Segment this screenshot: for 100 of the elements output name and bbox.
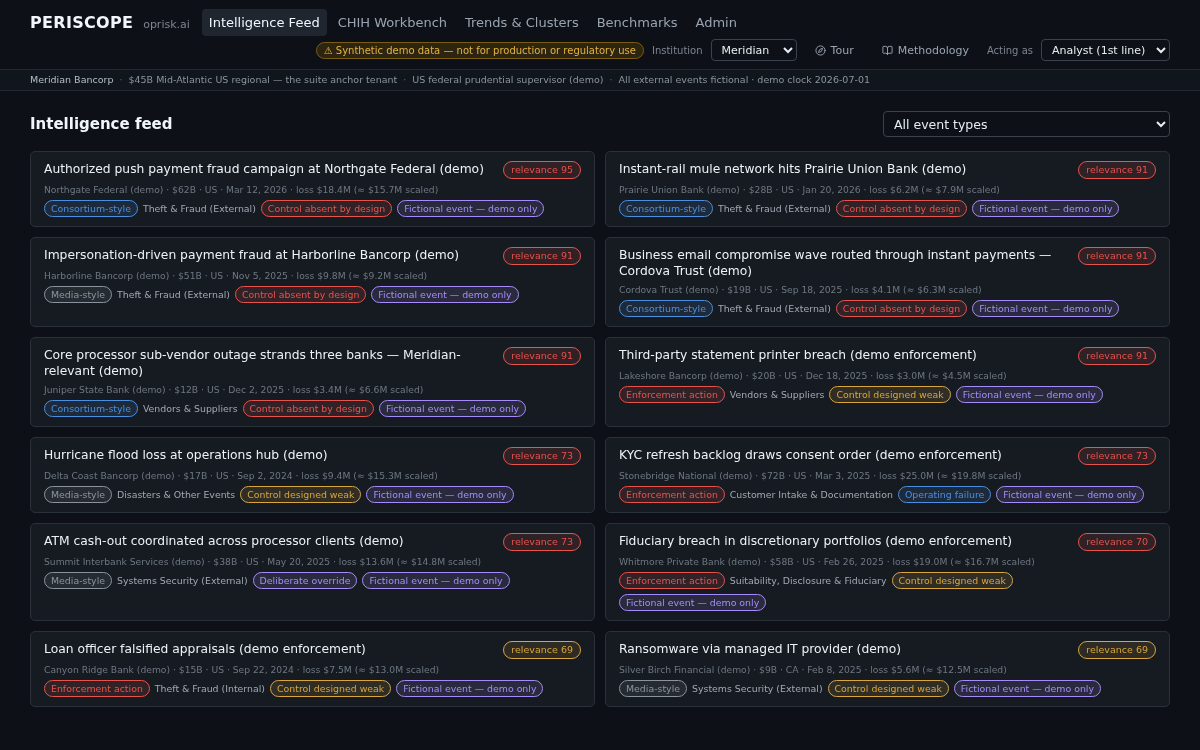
tag: Control designed weak <box>829 386 951 403</box>
category-label: Vendors & Suppliers <box>142 403 238 414</box>
tag: Enforcement action <box>619 486 725 503</box>
relevance-badge: relevance 73 <box>503 447 581 465</box>
institution-label: Institution <box>651 44 703 56</box>
event-card[interactable] <box>30 631 595 707</box>
event-card[interactable] <box>605 523 1170 621</box>
relevance-badge: relevance 91 <box>1078 247 1156 265</box>
tag: Fictional event — demo only <box>953 680 1102 697</box>
event-type-select[interactable]: All event types <box>883 111 1170 137</box>
book-icon <box>881 44 893 56</box>
nav-tab[interactable]: Trends & Clusters <box>458 8 586 36</box>
page-title: Intelligence feed <box>30 115 173 133</box>
category-label: Theft & Fraud (External) <box>717 203 831 214</box>
tag: Control absent by design <box>260 200 393 217</box>
tag: Fictional event — demo only <box>996 486 1144 503</box>
event-card[interactable] <box>30 151 595 227</box>
event-title: Loan officer falsified appraisals (demo enforcement) <box>44 641 366 657</box>
event-card[interactable] <box>30 337 595 427</box>
context-text: Meridian Bancorp <box>30 74 114 85</box>
tag: Enforcement action <box>619 386 725 403</box>
institution-select[interactable]: Meridian <box>710 39 797 61</box>
tag: Control designed weak <box>891 572 1013 589</box>
event-card[interactable] <box>605 631 1170 707</box>
tag: Control absent by design <box>234 286 367 303</box>
relevance-badge: relevance 69 <box>503 641 581 659</box>
nav-tab[interactable]: Admin <box>688 8 744 36</box>
event-card[interactable] <box>605 237 1170 327</box>
event-card[interactable] <box>30 237 595 327</box>
tag: Fictional event — demo only <box>972 200 1120 217</box>
event-title: Third-party statement printer breach (demo enforcement) <box>619 347 977 363</box>
brand-domain: oprisk.ai <box>143 17 190 31</box>
nav-tab[interactable]: Benchmarks <box>589 8 685 36</box>
tag: Media-style <box>44 572 113 589</box>
tag: Control designed weak <box>270 680 392 697</box>
event-meta: Canyon Ridge Bank (demo) · $15B · US · Sep 22, 2024 · loss $7.5M (≈ $13.0M scaled) <box>44 664 441 675</box>
category-label: Theft & Fraud (External) <box>717 303 831 314</box>
event-title: Hurricane flood loss at operations hub (demo) <box>44 447 328 463</box>
nav-tab[interactable]: Intelligence Feed <box>201 8 327 36</box>
event-title: Business email compromise wave routed through instant payments — Cordova Trust (demo) <box>619 247 1053 279</box>
event-card[interactable] <box>605 337 1170 427</box>
tag: Fictional event — demo only <box>366 486 514 503</box>
relevance-badge: relevance 69 <box>1078 641 1156 659</box>
event-card[interactable] <box>605 437 1170 513</box>
category-label: Theft & Fraud (External) <box>142 203 256 214</box>
context-text: $45B Mid-Atlantic US regional — the suite anchor tenant <box>128 74 398 85</box>
brand-name: PERISCOPE <box>30 12 134 32</box>
tag: Enforcement action <box>44 680 150 697</box>
tag: Fictional event — demo only <box>972 300 1120 317</box>
category-label: Systems Security (External) <box>692 683 823 694</box>
event-title: Core processor sub-vendor outage strands three banks — Meridian-relevant (demo) <box>44 347 462 379</box>
tag: Media-style <box>619 680 688 697</box>
category-label: Vendors & Suppliers <box>729 389 825 400</box>
relevance-badge: relevance 95 <box>503 161 581 179</box>
tag: Fictional event — demo only <box>378 400 527 417</box>
relevance-badge: relevance 73 <box>503 533 581 551</box>
compass-icon <box>814 44 826 56</box>
nav-tab[interactable]: CHIH Workbench <box>330 8 455 36</box>
category-label: Theft & Fraud (External) <box>117 289 230 300</box>
event-title: Fiduciary breach in discretionary portfolios (demo enforcement) <box>619 533 1013 549</box>
role-select[interactable]: Analyst (1st line) <box>1041 39 1170 61</box>
event-title: Authorized push payment fraud campaign at Northgate Federal (demo) <box>44 161 484 177</box>
tag: Control absent by design <box>242 400 374 417</box>
event-card[interactable] <box>605 151 1170 227</box>
event-meta: Delta Coast Bancorp (demo) · $17B · US · Sep 2, 2024 · loss $9.4M (≈ $15.3M scaled) <box>44 470 439 481</box>
separator-dot: · <box>119 74 123 85</box>
tour-link[interactable]: Tour <box>804 43 864 57</box>
separator-dot: · <box>609 74 613 85</box>
event-title: Ransomware via managed IT provider (demo) <box>619 641 902 657</box>
tag: Fictional event — demo only <box>619 594 767 611</box>
tag: Media-style <box>44 286 113 303</box>
event-meta: Stonebridge National (demo) · $72B · US · Mar 3, 2025 · loss $25.0M (≈ $19.8M scaled) <box>619 470 1023 481</box>
event-card[interactable] <box>30 523 595 621</box>
relevance-badge: relevance 70 <box>1078 533 1156 551</box>
acting-as-label: Acting as <box>986 44 1033 56</box>
category-label: Systems Security (External) <box>117 575 248 586</box>
tag: Fictional event — demo only <box>397 200 545 217</box>
methodology-link[interactable]: Methodology <box>871 43 979 57</box>
event-meta: Silver Birch Financial (demo) · $9B · CA · Feb 8, 2025 · loss $5.6M (≈ $12.5M scaled) <box>619 664 1008 675</box>
category-label: Customer Intake & Documentation <box>729 489 893 500</box>
demo-warning-badge: ⚠ Synthetic demo data — not for production or regulatory use <box>315 41 644 59</box>
event-meta: Whitmore Private Bank (demo) · $58B · US · Feb 26, 2025 · loss $19.0M (≈ $16.7M scaled) <box>619 556 1036 567</box>
event-meta: Northgate Federal (demo) · $62B · US · Mar 12, 2026 · loss $18.4M (≈ $15.7M scaled) <box>44 184 440 195</box>
tag: Consortium-style <box>619 200 713 217</box>
tag: Deliberate override <box>252 572 358 589</box>
event-meta: Cordova Trust (demo) · $19B · US · Sep 18, 2025 · loss $4.1M (≈ $6.3M scaled) <box>619 284 983 295</box>
tag: Operating failure <box>897 486 992 503</box>
event-meta: Harborline Bancorp (demo) · $51B · US · Nov 5, 2025 · loss $9.8M (≈ $9.2M scaled) <box>44 270 429 281</box>
category-label: Suitability, Disclosure & Fiduciary <box>729 575 887 586</box>
tag: Media-style <box>44 486 113 503</box>
tag: Consortium-style <box>44 400 138 417</box>
event-card[interactable] <box>30 437 595 513</box>
tag: Enforcement action <box>619 572 725 589</box>
context-text: All external events fictional · demo clock 2026-07-01 <box>618 74 870 85</box>
separator-dot: · <box>403 74 407 85</box>
event-title: KYC refresh backlog draws consent order (demo enforcement) <box>619 447 1002 463</box>
event-meta: Juniper State Bank (demo) · $12B · US · Dec 2, 2025 · loss $3.4M (≈ $6.6M scaled) <box>44 384 425 395</box>
event-title: Impersonation-driven payment fraud at Harborline Bancorp (demo) <box>44 247 460 263</box>
event-meta: Prairie Union Bank (demo) · $28B · US · Jan 20, 2026 · loss $6.2M (≈ $7.9M scaled) <box>619 184 1001 195</box>
category-label: Disasters & Other Events <box>117 489 236 500</box>
